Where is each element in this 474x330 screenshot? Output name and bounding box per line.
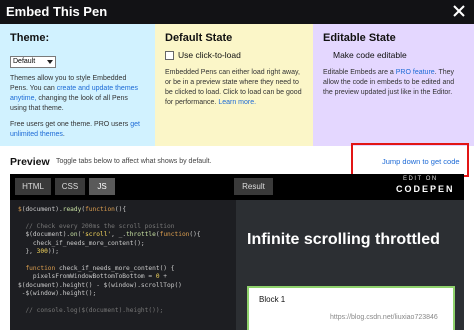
- theme-select-value: Default: [13, 58, 36, 65]
- js-code-panel[interactable]: $(document).ready(function(){ // Check e…: [10, 200, 236, 330]
- result-panel: Infinite scrolling throttled Block 1: [236, 200, 464, 330]
- result-block: Block 1: [247, 286, 455, 330]
- result-heading: Infinite scrolling throttled: [247, 231, 440, 248]
- code-line: // Check every 200ms the scroll position: [18, 222, 175, 230]
- embed-tab-bar: HTML CSS JS Result EDIT ON CODEPEN: [10, 174, 464, 200]
- theme-select[interactable]: Default: [10, 56, 56, 68]
- tab-css[interactable]: CSS: [55, 178, 85, 195]
- close-icon[interactable]: [451, 3, 467, 19]
- code-line: $(document).ready(function(){: [18, 206, 127, 213]
- tab-js[interactable]: JS: [89, 178, 115, 195]
- settings-columns: Theme: Default Themes allow you to style…: [0, 24, 474, 146]
- theme-column: Theme: Default Themes allow you to style…: [0, 24, 155, 146]
- learn-more-link[interactable]: Learn more.: [218, 99, 256, 106]
- code-line: check_if_needs_more_content();: [18, 239, 145, 247]
- click-to-load-checkbox[interactable]: [165, 50, 174, 60]
- code-line: $(document).on('scroll', _.throttle(func…: [18, 231, 201, 239]
- theme-pro-note: Free users get one theme. PRO users get …: [10, 120, 145, 140]
- pro-feature-link[interactable]: PRO feature: [396, 69, 435, 76]
- make-code-editable-label: Make code editable: [333, 50, 407, 60]
- theme-heading: Theme:: [10, 32, 50, 44]
- editable-state-description: Editable Embeds are a PRO feature. They …: [323, 68, 464, 98]
- click-to-load-label: Use click-to-load: [178, 50, 241, 60]
- modal-title: Embed This Pen: [6, 4, 108, 19]
- preview-hint: Toggle tabs below to affect what shows b…: [56, 158, 212, 165]
- modal-titlebar: Embed This Pen: [0, 0, 474, 24]
- theme-pro-period: .: [62, 131, 65, 138]
- code-line: pixelsFromWindowBottomToBottom = 0 +: [18, 273, 168, 281]
- codepen-logo[interactable]: CODEPEN: [396, 184, 455, 194]
- editable-state-column: Editable State Make code editable Editab…: [313, 24, 474, 146]
- code-line: -$(window).height();: [18, 289, 97, 297]
- jump-to-code-link[interactable]: Jump down to get code: [382, 157, 460, 166]
- editable-desc-text: Editable Embeds are a: [323, 69, 396, 76]
- embed-modal: Embed This Pen Theme: Default Themes all…: [0, 0, 474, 330]
- default-state-heading: Default State: [165, 32, 233, 44]
- tab-result[interactable]: Result: [234, 178, 273, 195]
- chevron-down-icon: [47, 60, 53, 64]
- default-state-column: Default State Use click-to-load Embedded…: [155, 24, 313, 146]
- theme-pro-text: Free users get one theme. PRO users: [10, 121, 131, 128]
- code-line: function check_if_needs_more_content() {: [25, 264, 175, 272]
- code-line: // console.log($(document).height());: [18, 306, 164, 314]
- preview-title: Preview: [10, 156, 50, 168]
- embed-preview: HTML CSS JS Result EDIT ON CODEPEN $(doc…: [10, 174, 464, 330]
- code-line: }, 300));: [18, 247, 60, 255]
- block-label: Block 1: [259, 295, 286, 304]
- watermark: https://blog.csdn.net/liuxiao723846: [330, 314, 438, 321]
- edit-on-label: EDIT ON: [403, 176, 438, 182]
- click-to-load-option[interactable]: Use click-to-load: [165, 50, 303, 60]
- editable-state-heading: Editable State: [323, 32, 396, 44]
- tab-html[interactable]: HTML: [15, 178, 51, 195]
- default-state-description: Embedded Pens can either load right away…: [165, 68, 303, 108]
- theme-description: Themes allow you to style Embedded Pens.…: [10, 74, 145, 114]
- code-line: $(document).height() - $(window).scrollT…: [18, 281, 182, 289]
